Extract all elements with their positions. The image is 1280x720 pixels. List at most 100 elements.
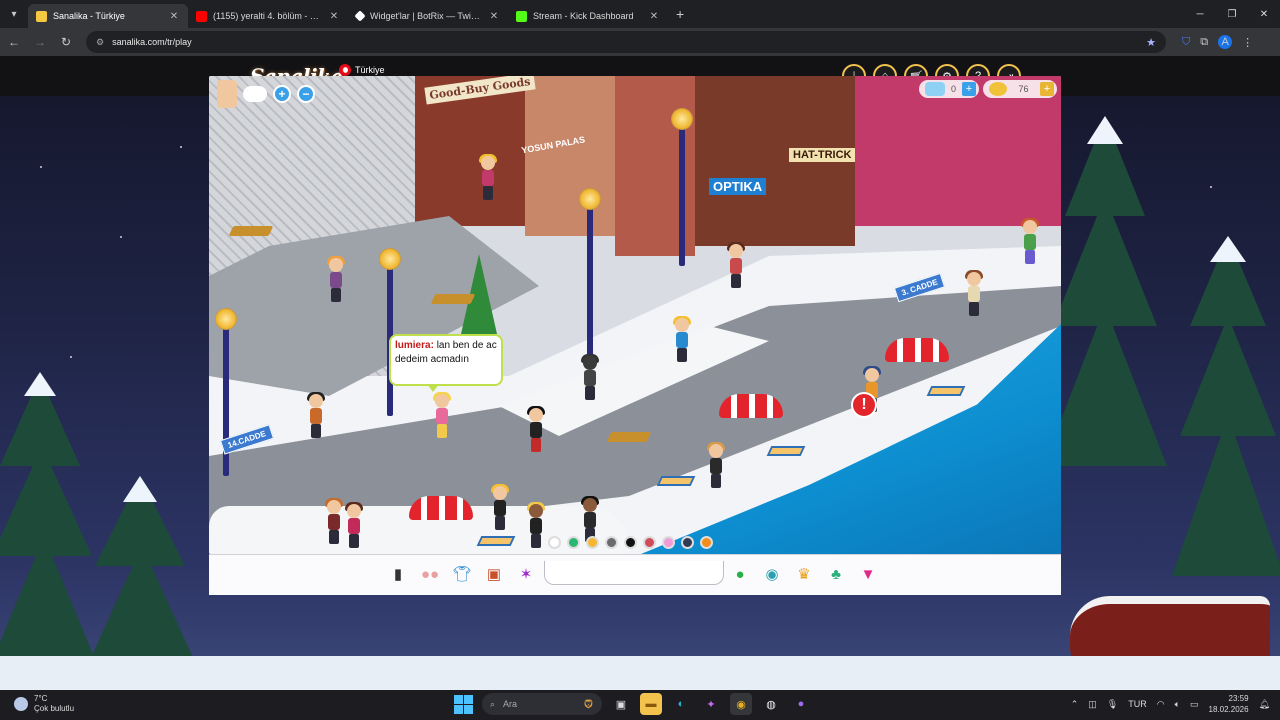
reload-icon[interactable]: ↻ bbox=[54, 35, 78, 49]
windows-start-icon[interactable] bbox=[452, 693, 474, 715]
park-bench bbox=[228, 226, 274, 236]
edge-icon[interactable]: ◐ bbox=[670, 693, 692, 715]
filter-icon[interactable]: ▼ bbox=[857, 563, 879, 585]
avatar-icon[interactable]: 👕︎ bbox=[451, 563, 473, 585]
country-selector[interactable]: Türkiye bbox=[339, 64, 385, 76]
taskbar-search[interactable]: ⌕ Ara 🦁︎ bbox=[482, 693, 602, 715]
minimize-icon[interactable]: ─ bbox=[1184, 0, 1216, 28]
color-swatch[interactable] bbox=[624, 536, 637, 549]
player-avatar[interactable] bbox=[479, 154, 497, 200]
my-avatar-icon[interactable] bbox=[217, 80, 237, 108]
player-avatar[interactable] bbox=[673, 316, 691, 362]
close-window-icon[interactable]: ✕ bbox=[1248, 0, 1280, 28]
address-bar[interactable]: ⚙ sanalika.com/tr/play ★ bbox=[86, 31, 1166, 53]
weather-widget[interactable]: 7°C Çok bulutlu bbox=[14, 694, 74, 714]
trophy-icon[interactable]: ♛ bbox=[793, 563, 815, 585]
browser-tab-kick[interactable]: Stream - Kick Dashboard ✕ bbox=[508, 4, 668, 28]
zoom-in-icon[interactable]: + bbox=[273, 85, 291, 103]
forward-icon[interactable]: → bbox=[28, 35, 52, 49]
street-lamp bbox=[671, 108, 693, 266]
player-avatar[interactable] bbox=[1021, 218, 1039, 264]
kick-favicon-icon bbox=[516, 10, 527, 22]
player-avatar[interactable] bbox=[527, 502, 545, 548]
chat-input[interactable] bbox=[544, 561, 724, 585]
player-avatar[interactable] bbox=[965, 270, 983, 316]
player-avatar[interactable] bbox=[527, 406, 545, 452]
player-avatar[interactable] bbox=[491, 484, 509, 530]
chat-speech-bubble: lumiera: lan ben de ac dedeim acmadın bbox=[389, 334, 503, 392]
wifi-icon[interactable]: ◠ bbox=[1157, 699, 1165, 710]
game-canvas[interactable]: Good-Buy Goods YOSUN PALAS OPTIKA HAT-TR… bbox=[209, 76, 1061, 554]
tab-close-icon[interactable]: ✕ bbox=[648, 11, 660, 22]
island-icon[interactable]: ♣ bbox=[825, 563, 847, 585]
notifications-icon[interactable]: 🔔︎ bbox=[1259, 699, 1270, 710]
back-icon[interactable]: ← bbox=[2, 35, 26, 49]
restore-icon[interactable]: ❐ bbox=[1216, 0, 1248, 28]
player-avatar[interactable] bbox=[727, 242, 745, 288]
chat-color-palette bbox=[548, 536, 713, 549]
player-avatar[interactable] bbox=[307, 392, 325, 438]
cloudy-weather-icon bbox=[14, 697, 28, 711]
copilot-icon[interactable]: ✦ bbox=[700, 693, 722, 715]
player-avatar[interactable] bbox=[707, 442, 725, 488]
color-swatch[interactable] bbox=[643, 536, 656, 549]
inventory-icon[interactable]: ▣ bbox=[483, 563, 505, 585]
zoom-out-icon[interactable]: − bbox=[297, 85, 315, 103]
color-swatch[interactable] bbox=[605, 536, 618, 549]
player-avatar[interactable] bbox=[581, 354, 599, 400]
browser-tab-bar: ▾ Sanalika - Türkiye ✕ (1155) yeralti 4.… bbox=[0, 0, 1280, 28]
color-swatch[interactable] bbox=[548, 536, 561, 549]
extensions-icon[interactable]: ⧉ bbox=[1200, 36, 1208, 49]
new-tab-button[interactable]: + bbox=[668, 6, 692, 22]
sun-lounger bbox=[476, 536, 516, 546]
tray-overflow-icon[interactable]: ⌃ bbox=[1071, 699, 1079, 710]
phone-icon[interactable]: ▮ bbox=[387, 563, 409, 585]
player-avatar[interactable] bbox=[345, 502, 363, 548]
color-swatch[interactable] bbox=[681, 536, 694, 549]
browser-tab-sanalika[interactable]: Sanalika - Türkiye ✕ bbox=[28, 4, 188, 28]
taskbar-clock[interactable]: 23:59 18.02.2026 bbox=[1209, 693, 1249, 715]
diamond-icon bbox=[924, 82, 945, 96]
thought-bubble-icon[interactable] bbox=[243, 86, 267, 102]
language-indicator[interactable]: TUR bbox=[1128, 699, 1147, 709]
task-view-icon[interactable]: ▣ bbox=[610, 693, 632, 715]
battery-icon[interactable]: ▭ bbox=[1190, 699, 1199, 710]
browser-tab-botrix[interactable]: Widget'lar | BotRix — Twitch, Kick ✕ bbox=[348, 4, 508, 28]
twitch-app-icon[interactable]: ● bbox=[790, 693, 812, 715]
color-swatch[interactable] bbox=[567, 536, 580, 549]
country-label: Türkiye bbox=[355, 65, 385, 75]
sun-lounger bbox=[656, 476, 696, 486]
tab-close-icon[interactable]: ✕ bbox=[488, 11, 500, 22]
dance-icon[interactable]: ✶ bbox=[515, 563, 537, 585]
color-swatch[interactable] bbox=[700, 536, 713, 549]
pet-icon[interactable]: ◉ bbox=[761, 563, 783, 585]
tab-close-icon[interactable]: ✕ bbox=[168, 11, 180, 22]
player-avatar[interactable] bbox=[325, 498, 343, 544]
player-avatar[interactable] bbox=[327, 256, 345, 302]
obs-icon[interactable]: ◍ bbox=[760, 693, 782, 715]
tab-search-icon[interactable]: ▾ bbox=[0, 0, 28, 28]
bookmark-star-icon[interactable]: ★ bbox=[1146, 36, 1156, 49]
beach-umbrella bbox=[409, 496, 473, 520]
browser-menu-icon[interactable]: ⋮ bbox=[1242, 36, 1253, 49]
tab-close-icon[interactable]: ✕ bbox=[328, 11, 340, 22]
browser-tab-youtube[interactable]: (1155) yeralti 4. bölüm - YouTube ✕ bbox=[188, 4, 348, 28]
player-avatar[interactable] bbox=[433, 392, 451, 438]
buy-coins-button[interactable]: + bbox=[1039, 82, 1054, 96]
site-info-icon[interactable]: ⚙ bbox=[96, 37, 104, 48]
color-swatch[interactable] bbox=[586, 536, 599, 549]
chat-bubbles-icon[interactable]: ● bbox=[729, 563, 751, 585]
alert-icon[interactable]: ! bbox=[851, 392, 877, 418]
microphone-icon[interactable]: 🎙︎ bbox=[1107, 699, 1118, 710]
color-swatch[interactable] bbox=[662, 536, 675, 549]
search-icon: ⌕ bbox=[490, 698, 496, 709]
chrome-icon[interactable]: ◉ bbox=[730, 693, 752, 715]
park-bench bbox=[606, 432, 652, 442]
tray-app-icon[interactable]: ◫ bbox=[1088, 699, 1097, 710]
extension-shield-icon[interactable]: ⛉ bbox=[1182, 36, 1190, 49]
buy-diamonds-button[interactable]: + bbox=[962, 82, 976, 96]
friends-icon[interactable]: ●● bbox=[419, 563, 441, 585]
profile-avatar[interactable]: A bbox=[1218, 35, 1233, 49]
file-explorer-icon[interactable]: ▬ bbox=[640, 693, 662, 715]
speaker-icon[interactable]: 🔈︎ bbox=[1175, 699, 1180, 710]
